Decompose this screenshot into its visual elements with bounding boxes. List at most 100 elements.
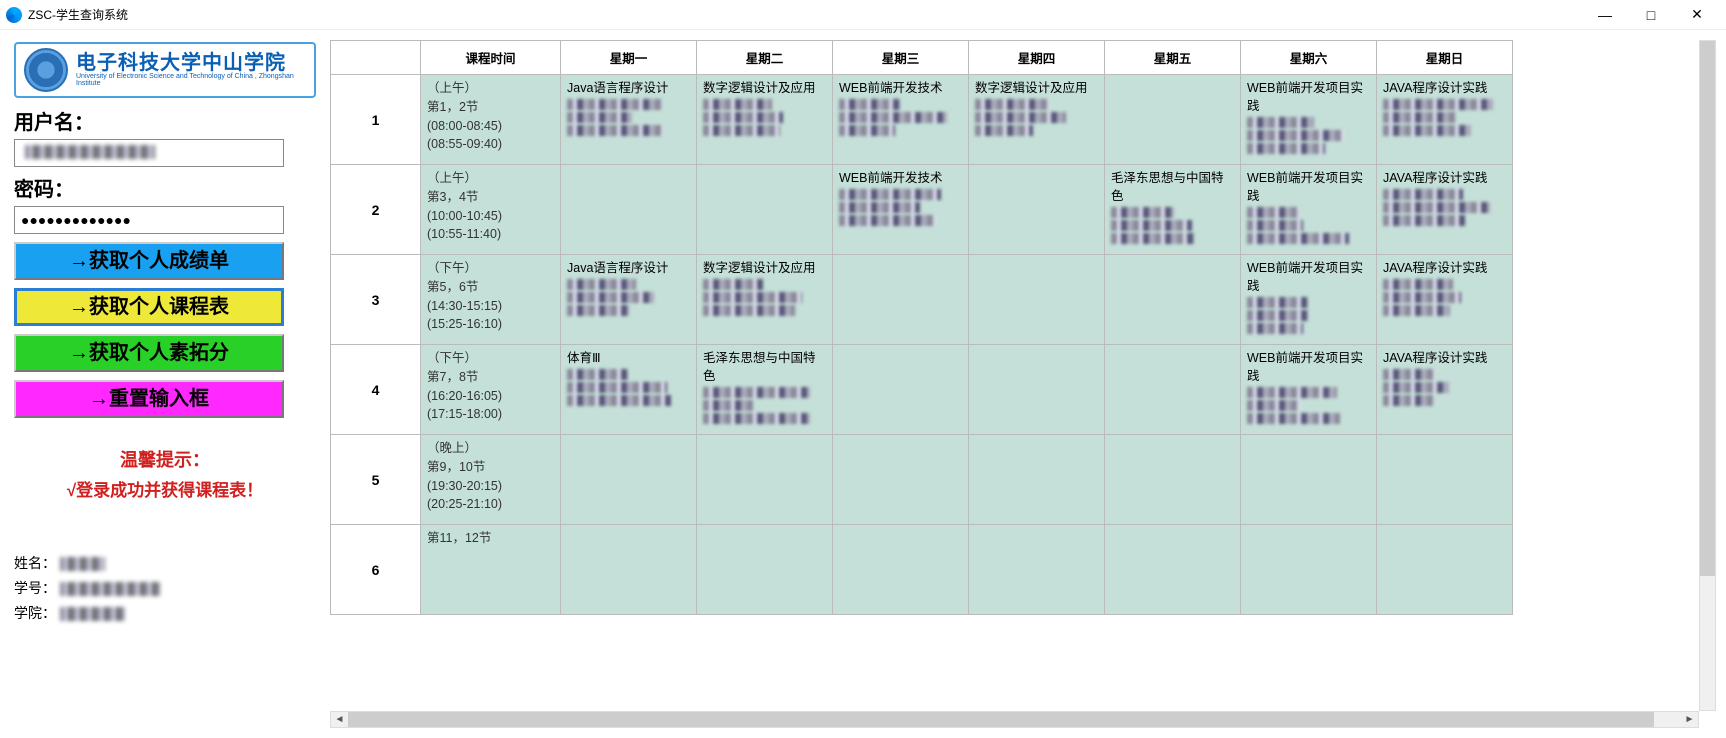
- course-cell: WEB前端开发项目实践: [1241, 255, 1377, 345]
- scroll-left-icon[interactable]: ◄: [331, 714, 348, 725]
- course-cell: [697, 525, 833, 615]
- logo-text-zh: 电子科技大学中山学院: [76, 53, 306, 73]
- course-cell: [833, 525, 969, 615]
- period-time: （上午）第3，4节(10:00-10:45)(10:55-11:40): [421, 165, 561, 255]
- get-schedule-button[interactable]: →获取个人课程表: [14, 288, 284, 326]
- course-cell: [969, 345, 1105, 435]
- course-cell: [1105, 525, 1241, 615]
- course-cell: JAVA程序设计实践: [1377, 255, 1513, 345]
- course-cell: [833, 435, 969, 525]
- schedule-panel: 课程时间星期一星期二星期三星期四星期五星期六星期日 1（上午）第1，2节(08:…: [330, 40, 1716, 728]
- course-cell: [1105, 345, 1241, 435]
- course-cell: [1105, 75, 1241, 165]
- username-input[interactable]: [14, 139, 284, 167]
- column-header: 星期四: [969, 41, 1105, 75]
- course-cell: 数字逻辑设计及应用: [697, 255, 833, 345]
- course-cell: [1105, 435, 1241, 525]
- column-header: 星期三: [833, 41, 969, 75]
- table-row: 3（下午）第5，6节(14:30-15:15)(15:25-16:10)Java…: [331, 255, 1513, 345]
- username-label: 用户名：: [14, 106, 316, 135]
- reset-button[interactable]: →重置输入框: [14, 380, 284, 418]
- period-time: （下午）第5，6节(14:30-15:15)(15:25-16:10): [421, 255, 561, 345]
- course-cell: [1377, 525, 1513, 615]
- password-input[interactable]: [14, 206, 284, 234]
- logo-emblem-icon: [24, 48, 68, 92]
- id-label: 学号：: [14, 576, 56, 601]
- period-number: 4: [331, 345, 421, 435]
- course-cell: Java语言程序设计: [561, 75, 697, 165]
- schedule-table: 课程时间星期一星期二星期三星期四星期五星期六星期日 1（上午）第1，2节(08:…: [330, 40, 1513, 615]
- course-cell: 体育Ⅲ: [561, 345, 697, 435]
- course-cell: WEB前端开发技术: [833, 165, 969, 255]
- course-cell: [969, 165, 1105, 255]
- course-cell: [833, 255, 969, 345]
- logo-text-en: University of Electronic Science and Tec…: [76, 73, 306, 87]
- maximize-button[interactable]: □: [1628, 0, 1674, 30]
- course-cell: [1241, 435, 1377, 525]
- period-time: （上午）第1，2节(08:00-08:45)(08:55-09:40): [421, 75, 561, 165]
- horizontal-scrollbar[interactable]: ◄ ►: [330, 711, 1699, 728]
- course-cell: [969, 435, 1105, 525]
- period-number: 3: [331, 255, 421, 345]
- name-value: [60, 557, 105, 571]
- college-value: [60, 607, 125, 621]
- course-cell: WEB前端开发项目实践: [1241, 345, 1377, 435]
- course-cell: 毛泽东思想与中国特色: [697, 345, 833, 435]
- course-cell: WEB前端开发项目实践: [1241, 165, 1377, 255]
- period-number: 2: [331, 165, 421, 255]
- get-points-button[interactable]: →获取个人素拓分: [14, 334, 284, 372]
- sidebar: 电子科技大学中山学院 University of Electronic Scie…: [0, 30, 330, 738]
- course-cell: [833, 345, 969, 435]
- close-button[interactable]: ✕: [1674, 0, 1720, 30]
- period-time: （晚上）第9，10节(19:30-20:15)(20:25-21:10): [421, 435, 561, 525]
- course-cell: 毛泽东思想与中国特色: [1105, 165, 1241, 255]
- course-cell: 数字逻辑设计及应用: [969, 75, 1105, 165]
- course-cell: [969, 255, 1105, 345]
- column-header: 课程时间: [421, 41, 561, 75]
- course-cell: Java语言程序设计: [561, 255, 697, 345]
- course-cell: [1377, 435, 1513, 525]
- hint-message: √登录成功并获得课程表！: [14, 476, 316, 501]
- minimize-button[interactable]: —: [1582, 0, 1628, 30]
- course-cell: JAVA程序设计实践: [1377, 75, 1513, 165]
- column-header: 星期日: [1377, 41, 1513, 75]
- password-label: 密码：: [14, 173, 316, 202]
- column-header: 星期六: [1241, 41, 1377, 75]
- titlebar: ZSC-学生查询系统 — □ ✕: [0, 0, 1726, 30]
- table-row: 1（上午）第1，2节(08:00-08:45)(08:55-09:40)Java…: [331, 75, 1513, 165]
- name-label: 姓名：: [14, 551, 56, 576]
- column-header: 星期二: [697, 41, 833, 75]
- table-row: 2（上午）第3，4节(10:00-10:45)(10:55-11:40) WEB前…: [331, 165, 1513, 255]
- table-row: 6第11，12节: [331, 525, 1513, 615]
- course-cell: [1241, 525, 1377, 615]
- course-cell: WEB前端开发项目实践: [1241, 75, 1377, 165]
- column-header: 星期一: [561, 41, 697, 75]
- course-cell: [1105, 255, 1241, 345]
- course-cell: WEB前端开发技术: [833, 75, 969, 165]
- college-label: 学院：: [14, 601, 56, 626]
- course-cell: JAVA程序设计实践: [1377, 165, 1513, 255]
- course-cell: [697, 165, 833, 255]
- vertical-scrollbar[interactable]: [1699, 40, 1716, 711]
- column-header: [331, 41, 421, 75]
- logo: 电子科技大学中山学院 University of Electronic Scie…: [14, 42, 316, 98]
- table-row: 5（晚上）第9，10节(19:30-20:15)(20:25-21:10): [331, 435, 1513, 525]
- period-time: （下午）第7，8节(16:20-16:05)(17:15-18:00): [421, 345, 561, 435]
- get-grades-button[interactable]: →获取个人成绩单: [14, 242, 284, 280]
- hint-box: 温馨提示： √登录成功并获得课程表！: [14, 446, 316, 501]
- course-cell: [561, 435, 697, 525]
- scroll-right-icon[interactable]: ►: [1681, 714, 1698, 725]
- period-number: 1: [331, 75, 421, 165]
- id-value: [60, 582, 160, 596]
- student-info: 姓名： 学号： 学院：: [14, 551, 316, 627]
- app-icon: [6, 7, 22, 23]
- course-cell: [561, 525, 697, 615]
- course-cell: JAVA程序设计实践: [1377, 345, 1513, 435]
- course-cell: [561, 165, 697, 255]
- course-cell: [697, 435, 833, 525]
- course-cell: 数字逻辑设计及应用: [697, 75, 833, 165]
- course-cell: [969, 525, 1105, 615]
- period-time: 第11，12节: [421, 525, 561, 615]
- column-header: 星期五: [1105, 41, 1241, 75]
- period-number: 5: [331, 435, 421, 525]
